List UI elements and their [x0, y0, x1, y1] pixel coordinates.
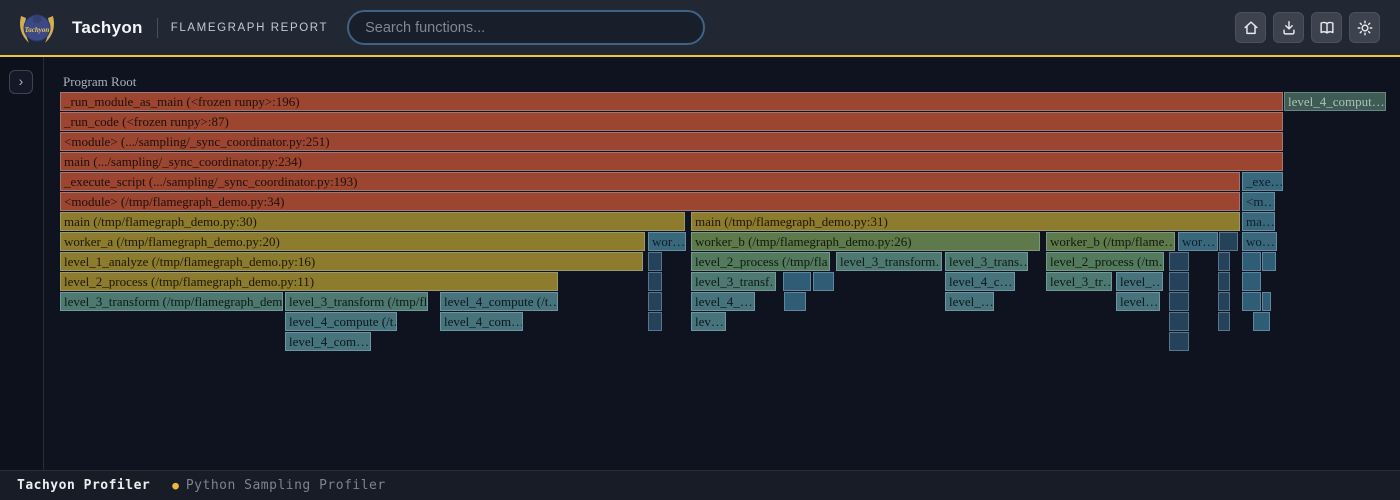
flame-frame[interactable]: level_4_c… — [945, 272, 1015, 291]
download-icon — [1280, 19, 1298, 37]
flame-frame[interactable]: ma… — [1242, 212, 1275, 231]
flame-frame[interactable]: wo… — [1242, 232, 1277, 251]
docs-button[interactable] — [1311, 12, 1342, 43]
flame-frame[interactable] — [648, 272, 662, 291]
app-logo-icon: Tachyon — [17, 8, 57, 48]
flame-frame[interactable] — [1242, 292, 1261, 311]
flame-frame[interactable]: _run_code (<frozen runpy>:87) — [60, 112, 1283, 131]
status-bar: Tachyon Profiler ● Python Sampling Profi… — [0, 470, 1400, 500]
flame-frame[interactable]: _exe… — [1242, 172, 1283, 191]
flame-frame[interactable]: main (/tmp/flamegraph_demo.py:31) — [691, 212, 1240, 231]
flame-frame[interactable] — [1169, 292, 1189, 311]
flame-frame[interactable]: _execute_script (.../sampling/_sync_coor… — [60, 172, 1240, 191]
flame-frame[interactable]: level_4_com… — [440, 312, 523, 331]
app-title: Tachyon — [72, 18, 143, 38]
flame-frame[interactable]: level_… — [945, 292, 994, 311]
flame-frame[interactable]: level_3_tr… — [1046, 272, 1112, 291]
flame-frame[interactable] — [648, 292, 662, 311]
flame-frame[interactable]: wor… — [648, 232, 686, 251]
brightness-icon — [1356, 19, 1374, 37]
flame-frame[interactable]: level_… — [1116, 272, 1163, 291]
book-icon — [1318, 19, 1336, 37]
sidebar-expand-button[interactable]: › — [9, 70, 33, 94]
flamegraph: Program Root _run_module_as_main (<frozen… — [0, 0, 1400, 500]
theme-button[interactable] — [1349, 12, 1380, 43]
flame-frame[interactable]: worker_a (/tmp/flamegraph_demo.py:20) — [60, 232, 645, 251]
flame-frame[interactable] — [1169, 332, 1189, 351]
flame-frame[interactable] — [1242, 272, 1261, 291]
header: Tachyon Tachyon FLAMEGRAPH REPORT — [0, 0, 1400, 57]
flame-frame[interactable] — [648, 252, 662, 271]
flame-frame[interactable] — [1169, 272, 1189, 291]
flame-frame[interactable]: level… — [1116, 292, 1160, 311]
flame-frame[interactable] — [784, 292, 806, 311]
download-button[interactable] — [1273, 12, 1304, 43]
flame-frame[interactable]: level_3_transform (/tmp/flamegraph_dem… — [60, 292, 283, 311]
flame-frame[interactable]: level_4_compute (/t… — [285, 312, 397, 331]
toolbar — [1235, 12, 1400, 43]
flame-frame[interactable] — [1169, 312, 1189, 331]
flame-frame[interactable] — [1218, 272, 1230, 291]
flame-frame[interactable] — [1262, 252, 1276, 271]
flame-frame[interactable]: level_2_process (/tm… — [1046, 252, 1164, 271]
flame-frame[interactable]: level_2_process (/tmp/flamegraph_demo.py… — [60, 272, 558, 291]
flame-frame[interactable] — [1218, 292, 1230, 311]
flame-frame[interactable] — [1218, 312, 1230, 331]
header-divider — [157, 18, 158, 38]
flame-frame[interactable]: level_3_transf… — [691, 272, 776, 291]
flame-frame[interactable]: main (/tmp/flamegraph_demo.py:30) — [60, 212, 685, 231]
home-icon — [1242, 19, 1260, 37]
flame-frame[interactable]: _run_module_as_main (<frozen runpy>:196) — [60, 92, 1283, 111]
flame-frame[interactable] — [1219, 232, 1238, 251]
flame-frame[interactable]: level_2_process (/tmp/fla… — [691, 252, 830, 271]
flame-frame[interactable]: level_1_analyze (/tmp/flamegraph_demo.py… — [60, 252, 643, 271]
status-subtitle: Python Sampling Profiler — [186, 478, 386, 493]
status-dot-icon: ● — [172, 479, 179, 492]
flame-frame[interactable]: level_3_transform (/tmp/fl… — [285, 292, 428, 311]
svg-text:Tachyon: Tachyon — [25, 26, 50, 34]
flame-frame[interactable] — [783, 272, 811, 291]
flame-frame[interactable]: <module> (/tmp/flamegraph_demo.py:34) — [60, 192, 1240, 211]
flame-frame[interactable] — [1242, 252, 1261, 271]
search-input[interactable] — [347, 10, 705, 45]
flame-frame[interactable]: level_4_compute (/t… — [440, 292, 558, 311]
flame-frame[interactable]: worker_b (/tmp/flame… — [1046, 232, 1175, 251]
flame-frame[interactable]: level_4_comput… — [1284, 92, 1386, 111]
flame-frame[interactable] — [1169, 252, 1189, 271]
flame-frame[interactable]: level_3_transform… — [836, 252, 942, 271]
flame-frame[interactable]: level_3_trans… — [945, 252, 1028, 271]
sidebar: › — [0, 57, 44, 470]
chevron-right-icon: › — [19, 73, 24, 89]
flame-frame[interactable] — [813, 272, 834, 291]
flame-frame[interactable] — [1218, 252, 1230, 271]
flame-frame[interactable]: lev… — [691, 312, 726, 331]
flame-frame[interactable]: level_4_com… — [285, 332, 371, 351]
flame-root-frame[interactable]: Program Root — [60, 74, 1384, 90]
flame-frame[interactable] — [648, 312, 662, 331]
flame-frame[interactable]: worker_b (/tmp/flamegraph_demo.py:26) — [691, 232, 1040, 251]
home-button[interactable] — [1235, 12, 1266, 43]
flame-frame[interactable]: wor… — [1178, 232, 1218, 251]
flame-frame[interactable]: <m… — [1242, 192, 1275, 211]
flame-frame[interactable] — [1253, 312, 1270, 331]
app-window: Program Root _run_module_as_main (<frozen… — [0, 0, 1400, 500]
flame-frame[interactable]: main (.../sampling/_sync_coordinator.py:… — [60, 152, 1283, 171]
flame-frame[interactable]: level_4_… — [691, 292, 755, 311]
flame-frame[interactable]: <module> (.../sampling/_sync_coordinator… — [60, 132, 1283, 151]
flame-frame[interactable] — [1262, 292, 1271, 311]
report-type-label: FLAMEGRAPH REPORT — [171, 22, 328, 34]
status-app-name: Tachyon Profiler — [17, 478, 150, 493]
